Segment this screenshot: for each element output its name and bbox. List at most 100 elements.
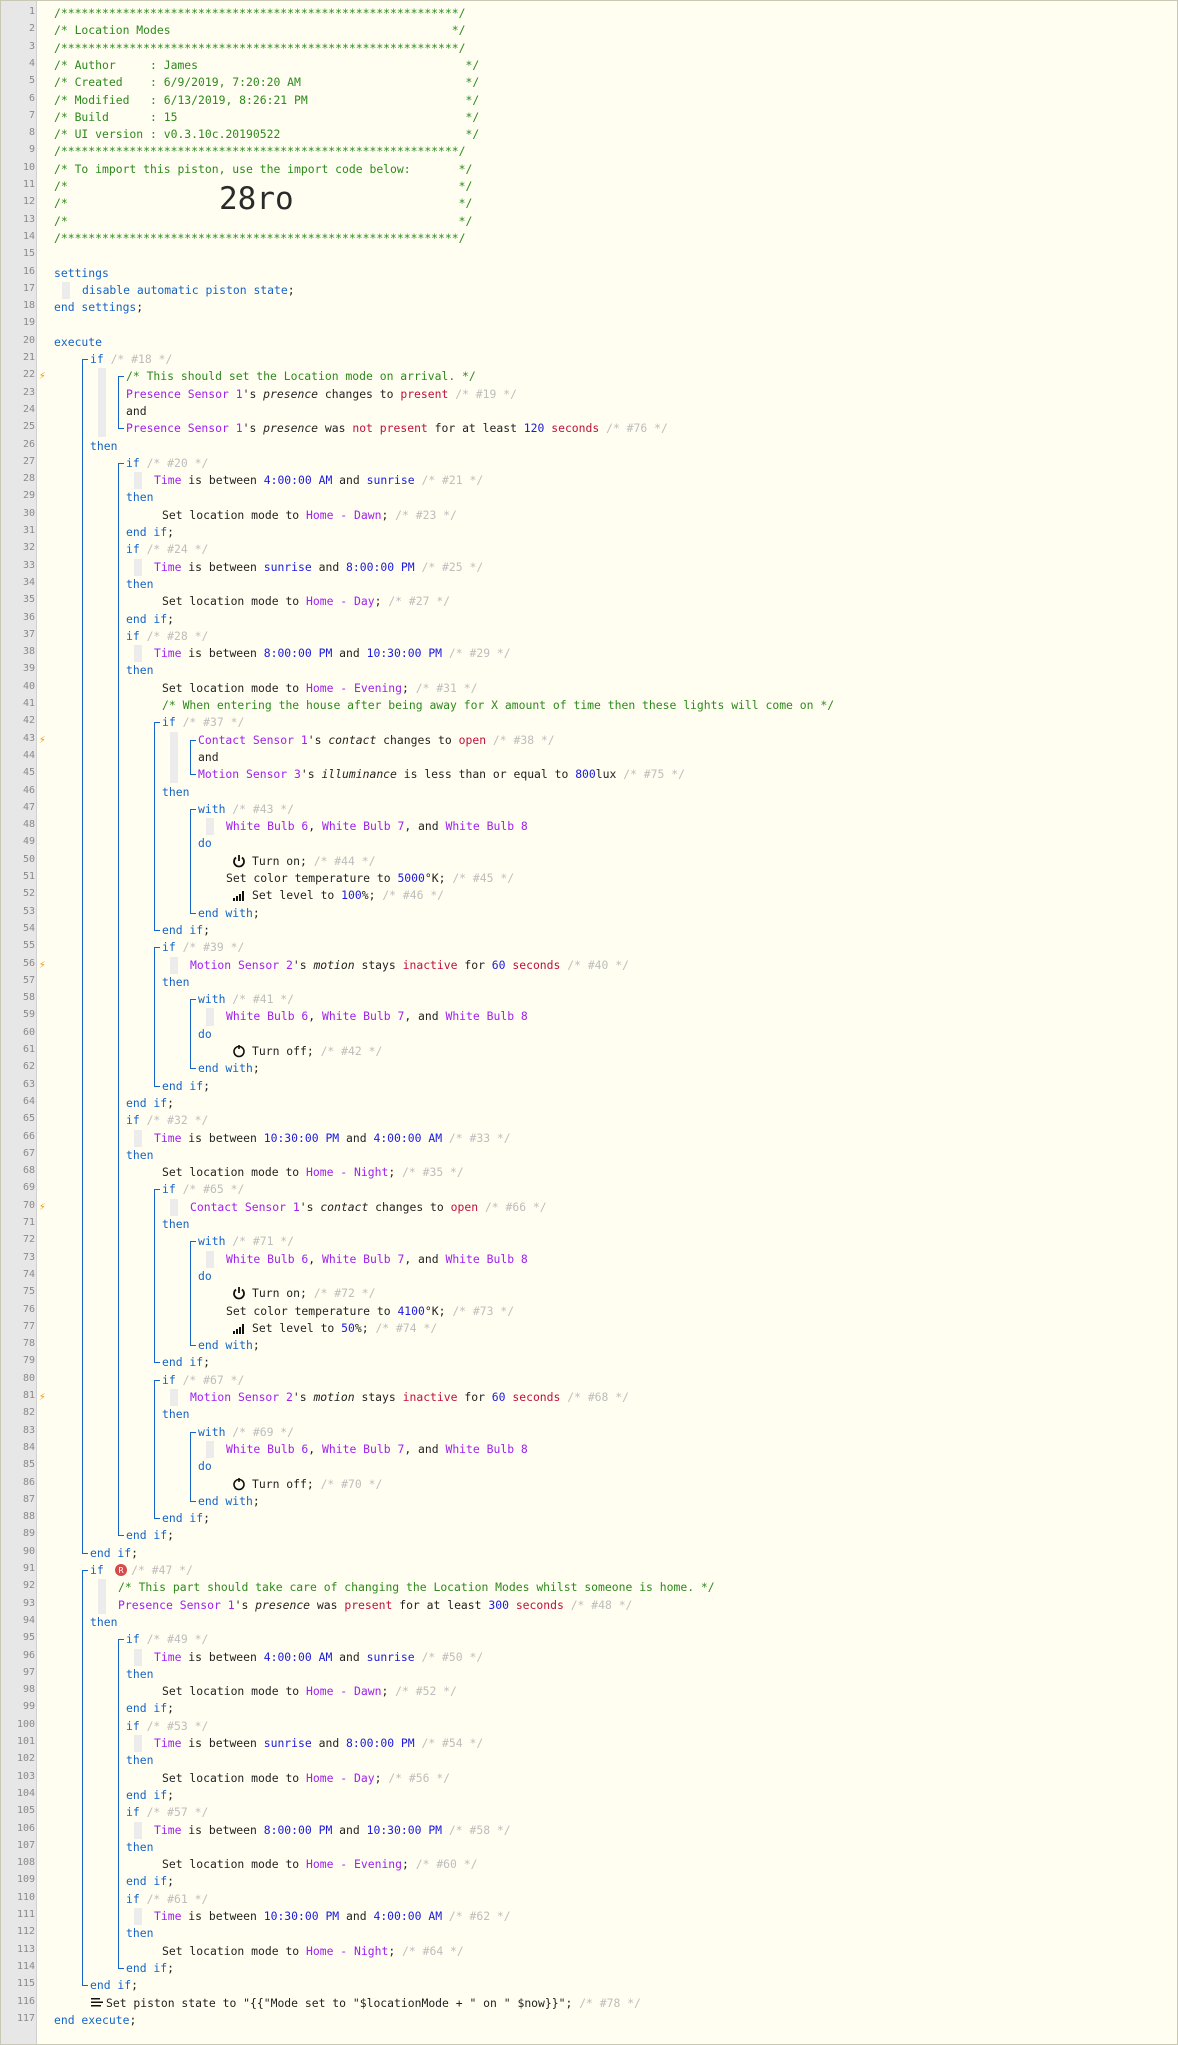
code-line[interactable]: end if; [162, 1510, 210, 1527]
code-line[interactable]: then [126, 662, 153, 679]
code-line[interactable]: if /* #37 */ [162, 714, 244, 731]
code-line[interactable]: end if; [126, 1787, 174, 1804]
code-line[interactable]: Set location mode to Home - Day; /* #56 … [162, 1770, 450, 1787]
code-line[interactable]: execute [54, 334, 102, 351]
code-line[interactable]: Time is between 4:00:00 AM and sunrise /… [154, 472, 483, 489]
code-line[interactable]: do [198, 1268, 212, 1285]
code-line[interactable]: if /* #28 */ [126, 628, 208, 645]
code-line[interactable]: Set location mode to Home - Night; /* #6… [162, 1943, 464, 1960]
code-line[interactable]: /* Build : 15 */ [54, 109, 479, 126]
code-line[interactable]: Set location mode to Home - Day; /* #27 … [162, 593, 450, 610]
code-line[interactable]: if /* #47 */ [90, 1562, 193, 1579]
code-line[interactable]: Time is between 10:30:00 PM and 4:00:00 … [154, 1908, 511, 1925]
code-line[interactable]: Set level to 50%; /* #74 */ [252, 1320, 437, 1337]
code-line[interactable]: /* This should set the Location mode on … [126, 368, 476, 385]
code-line[interactable]: and [198, 749, 219, 766]
code-line[interactable]: then [126, 1752, 153, 1769]
code-line[interactable]: Presence Sensor 1's presence was not pre… [126, 420, 668, 437]
code-line[interactable]: then [126, 489, 153, 506]
code-line[interactable]: if /* #61 */ [126, 1891, 208, 1908]
code-line[interactable]: Presence Sensor 1's presence changes to … [126, 386, 517, 403]
code-line[interactable]: end if; [162, 922, 210, 939]
code-line[interactable]: then [126, 1839, 153, 1856]
code-line[interactable]: disable automatic piston state; [82, 282, 295, 299]
code-line[interactable]: /***************************************… [54, 230, 465, 247]
code-line[interactable]: Set location mode to Home - Evening; /* … [162, 680, 477, 697]
code-line[interactable]: if /* #32 */ [126, 1112, 208, 1129]
code-line[interactable]: Contact Sensor 1's contact changes to op… [190, 1199, 547, 1216]
code-line[interactable]: /* UI version : v0.3.10c.20190522 */ [54, 126, 479, 143]
code-line[interactable]: if /* #39 */ [162, 939, 244, 956]
code-line[interactable]: end if; [126, 611, 174, 628]
code-line[interactable]: end if; [126, 1527, 174, 1544]
code-line[interactable]: White Bulb 6, White Bulb 7, and White Bu… [226, 1251, 528, 1268]
code-line[interactable]: /* Location Modes */ [54, 22, 465, 39]
code-line[interactable]: /***************************************… [54, 5, 465, 22]
code-line[interactable]: if /* #67 */ [162, 1372, 244, 1389]
code-line[interactable]: if /* #24 */ [126, 541, 208, 558]
code-line[interactable]: then [162, 784, 189, 801]
code-line[interactable]: with /* #69 */ [198, 1424, 294, 1441]
code-line[interactable]: Set color temperature to 5000°K; /* #45 … [226, 870, 514, 887]
code-line[interactable]: end execute; [54, 2012, 136, 2029]
code-line[interactable]: do [198, 1458, 212, 1475]
code-line[interactable]: Time is between sunrise and 8:00:00 PM /… [154, 559, 483, 576]
code-line[interactable]: Turn on; /* #72 */ [252, 1285, 375, 1302]
code-line[interactable]: then [90, 438, 117, 455]
code-line[interactable]: Set location mode to Home - Dawn; /* #52… [162, 1683, 457, 1700]
code-line[interactable]: Set location mode to Home - Dawn; /* #23… [162, 507, 457, 524]
code-line[interactable]: White Bulb 6, White Bulb 7, and White Bu… [226, 1008, 528, 1025]
code-line[interactable]: with /* #71 */ [198, 1233, 294, 1250]
code-line[interactable]: then [90, 1614, 117, 1631]
code-line[interactable]: Time is between sunrise and 8:00:00 PM /… [154, 1735, 483, 1752]
code-line[interactable]: end if; [162, 1078, 210, 1095]
code-line[interactable]: end with; [198, 905, 260, 922]
code-line[interactable]: end if; [90, 1977, 138, 1994]
code-line[interactable]: /* Author : James */ [54, 57, 479, 74]
code-line[interactable]: White Bulb 6, White Bulb 7, and White Bu… [226, 818, 528, 835]
code-line[interactable]: /***************************************… [54, 143, 465, 160]
code-line[interactable]: then [162, 1216, 189, 1233]
code-line[interactable]: Time is between 4:00:00 AM and sunrise /… [154, 1649, 483, 1666]
code-line[interactable]: Motion Sensor 3's illuminance is less th… [198, 766, 685, 783]
code-line[interactable]: then [126, 1925, 153, 1942]
code-line[interactable]: Turn on; /* #44 */ [252, 853, 375, 870]
code-line[interactable]: Presence Sensor 1's presence was present… [118, 1597, 632, 1614]
code-line[interactable]: then [126, 1666, 153, 1683]
code-line[interactable]: with /* #43 */ [198, 801, 294, 818]
code-line[interactable]: if /* #18 */ [90, 351, 172, 368]
code-line[interactable]: Set location mode to Home - Evening; /* … [162, 1856, 477, 1873]
code-line[interactable]: if /* #65 */ [162, 1181, 244, 1198]
code-line[interactable]: /* This part should take care of changin… [118, 1579, 715, 1596]
code-line[interactable]: White Bulb 6, White Bulb 7, and White Bu… [226, 1441, 528, 1458]
code-line[interactable]: Time is between 8:00:00 PM and 10:30:00 … [154, 645, 511, 662]
code-line[interactable]: then [162, 1406, 189, 1423]
code-line[interactable]: Motion Sensor 2's motion stays inactive … [190, 957, 629, 974]
code-line[interactable]: do [198, 835, 212, 852]
code-line[interactable]: settings [54, 265, 109, 282]
code-line[interactable]: if /* #57 */ [126, 1804, 208, 1821]
code-line[interactable]: and [126, 403, 147, 420]
code-line[interactable]: Set location mode to Home - Night; /* #3… [162, 1164, 464, 1181]
code-line[interactable]: end if; [126, 1700, 174, 1717]
code-line[interactable]: Turn off; /* #42 */ [252, 1043, 382, 1060]
code-line[interactable]: end if; [126, 1960, 174, 1977]
code-line[interactable]: /* Modified : 6/13/2019, 8:26:21 PM */ [54, 92, 479, 109]
code-line[interactable]: if /* #49 */ [126, 1631, 208, 1648]
code-line[interactable]: Time is between 10:30:00 PM and 4:00:00 … [154, 1130, 511, 1147]
code-line[interactable]: /* Created : 6/9/2019, 7:20:20 AM */ [54, 74, 479, 91]
code-line[interactable]: Motion Sensor 2's motion stays inactive … [190, 1389, 629, 1406]
code-line[interactable]: Contact Sensor 1's contact changes to op… [198, 732, 555, 749]
code-line[interactable]: Set piston state to "{{"Mode set to "$lo… [106, 1995, 641, 2012]
code-line[interactable]: end if; [126, 1873, 174, 1890]
code-line[interactable]: Turn off; /* #70 */ [252, 1476, 382, 1493]
code-line[interactable]: Time is between 8:00:00 PM and 10:30:00 … [154, 1822, 511, 1839]
code-line[interactable]: end settings; [54, 299, 143, 316]
code-line[interactable]: end if; [126, 524, 174, 541]
code-line[interactable]: end if; [126, 1095, 174, 1112]
code-line[interactable]: end with; [198, 1493, 260, 1510]
code-line[interactable]: end if; [162, 1354, 210, 1371]
code-line[interactable]: end if; [90, 1545, 138, 1562]
code-line[interactable]: do [198, 1026, 212, 1043]
code-line[interactable]: Set color temperature to 4100°K; /* #73 … [226, 1303, 514, 1320]
